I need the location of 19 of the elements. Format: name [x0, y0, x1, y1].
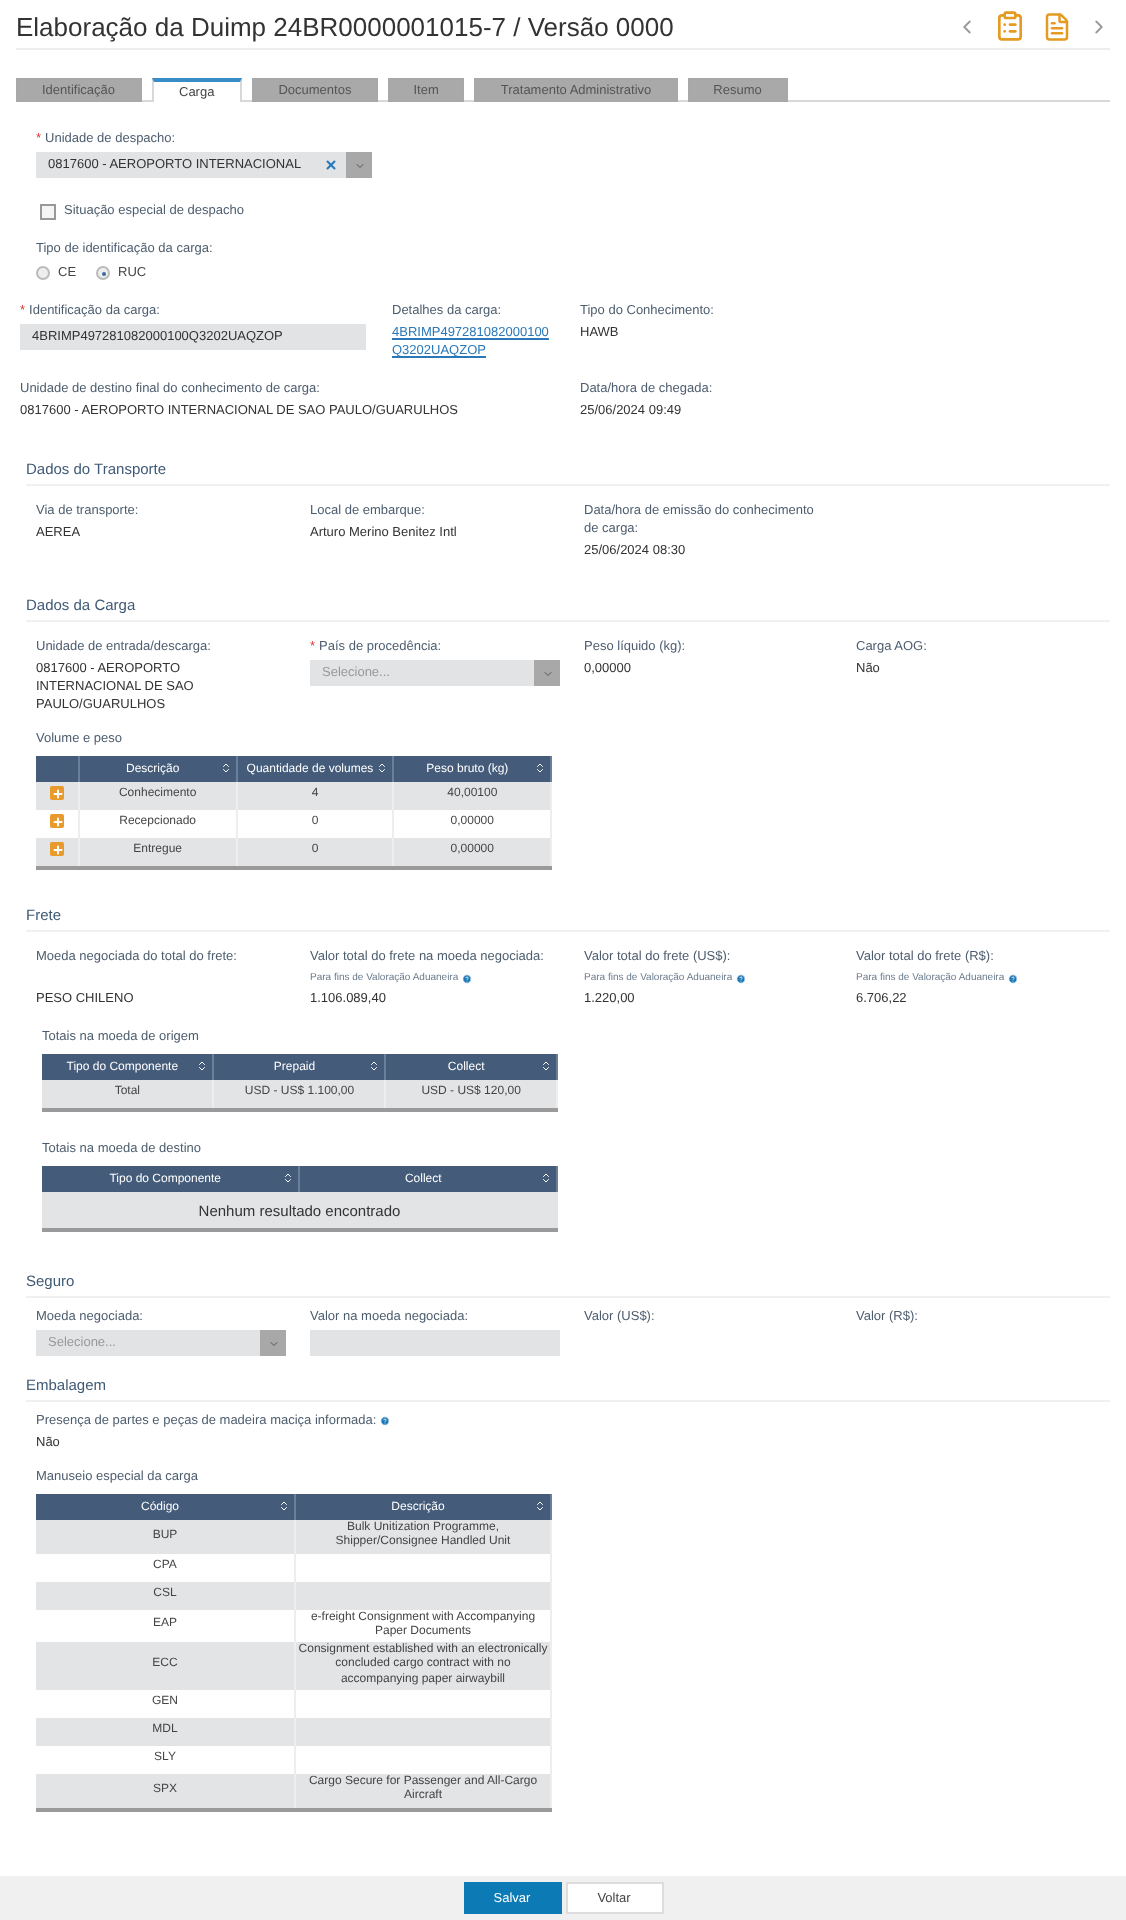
- expand-icon[interactable]: [50, 814, 64, 829]
- document-icon[interactable]: [1042, 11, 1072, 41]
- help-icon[interactable]: [736, 974, 747, 984]
- caret-icon: [541, 667, 553, 679]
- caret-icon: [353, 159, 365, 171]
- radio-button[interactable]: [96, 266, 111, 280]
- column-header: [36, 756, 79, 782]
- radio-button[interactable]: [36, 266, 50, 280]
- expand-icon[interactable]: [50, 786, 64, 801]
- help-icon[interactable]: [462, 974, 473, 984]
- input-field[interactable]: [310, 1330, 560, 1356]
- page-title: Elaboração da Duimp 24BR0000001015-7 / Versão 0000: [16, 11, 674, 41]
- clear-icon[interactable]: [324, 158, 338, 172]
- clipboard-icon[interactable]: [994, 10, 1026, 42]
- checkbox[interactable]: [40, 203, 56, 219]
- expand-icon[interactable]: [50, 842, 64, 857]
- help-icon[interactable]: [380, 1416, 391, 1426]
- caret-icon: [267, 1337, 279, 1349]
- help-icon[interactable]: [1008, 974, 1019, 984]
